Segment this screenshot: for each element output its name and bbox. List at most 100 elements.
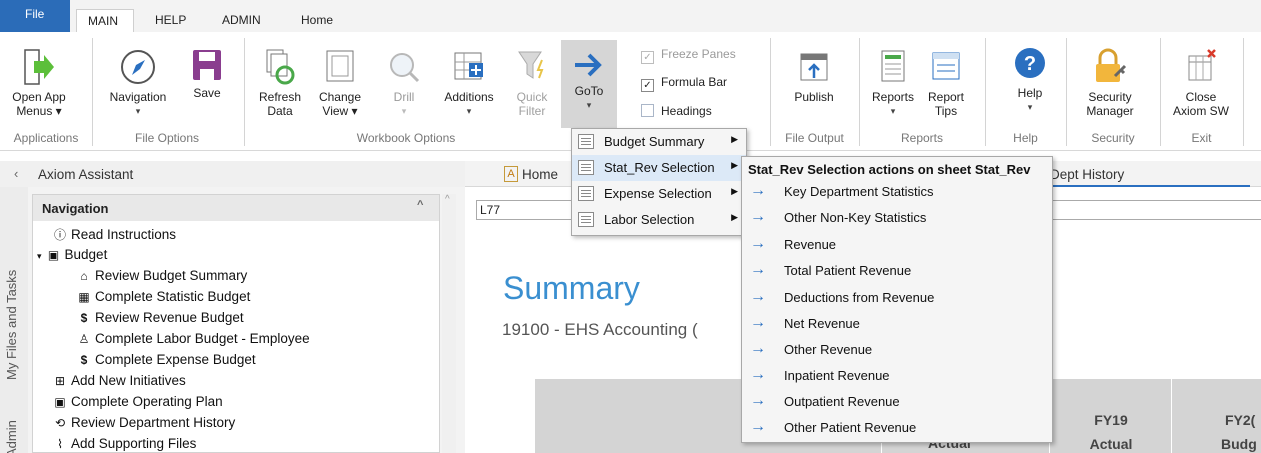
arrow-right-icon [575,53,602,77]
nav-item-review-budget-summary[interactable]: ⌂ Review Budget Summary [77,268,247,283]
ribbon-separator [92,38,93,146]
padlock-icon [1096,48,1127,82]
goto-button[interactable]: GoTo ▾ [561,40,617,128]
arrow-right-icon: → [750,392,766,409]
headings-label: Headings [661,104,712,118]
open-app-menus-button[interactable]: Open App Menus ▾ [4,48,74,118]
nav-item-complete-expense-budget[interactable]: $ Complete Expense Budget [77,352,256,367]
publish-button[interactable]: Publish [784,48,844,104]
nav-item-budget[interactable]: ▾ ▣ Budget [37,247,107,262]
nav-item-review-department-history[interactable]: ⟲ Review Department History [53,415,235,430]
close-axiom-button[interactable]: Close Axiom SW [1168,48,1234,118]
bookmark-book-icon: ▣ [54,395,66,409]
publish-label: Publish [794,90,834,104]
dollar-icon: $ [80,353,88,367]
group-label-workbook-options: Workbook Options [356,131,456,145]
navigation-header[interactable]: Navigation ^ [33,195,439,221]
sheet-tab-dept-history[interactable]: Dept History [1050,167,1124,182]
tab-home[interactable]: Home [299,13,335,32]
submenu-item-other-revenue[interactable]: → Other Revenue [742,337,1052,363]
sheet-icon [578,160,594,175]
navigation-label: Navigation [109,90,167,104]
nav-item-complete-operating-plan[interactable]: ▣ Complete Operating Plan [53,394,222,409]
additions-button[interactable]: Additions ▾ [436,48,502,118]
formula-bar-checkbox[interactable]: ✓ Formula Bar [641,75,727,92]
arrow-right-icon: → [750,314,766,331]
nav-item-review-revenue-budget[interactable]: $ Review Revenue Budget [77,310,244,325]
headings-checkbox[interactable]: Headings [641,104,712,118]
axiom-assistant-bar: ‹ Axiom Assistant [0,161,465,187]
refresh-data-button[interactable]: Refresh Data [256,48,304,118]
expand-arrow-icon: ▾ [37,251,42,261]
nav-item-add-supporting-files[interactable]: ⌇ Add Supporting Files [53,436,196,451]
ribbon-separator [985,38,986,146]
dollar-icon: $ [80,311,88,325]
sheet-icon [578,134,594,149]
submenu-item-other-patient-revenue[interactable]: → Other Patient Revenue [742,415,1052,441]
col-header-fy19: FY19 [1094,412,1128,428]
goto-dropdown-menu: Budget Summary ▶ Stat_Rev Selection ▶ Ex… [571,128,747,236]
submenu-item-total-patient-revenue[interactable]: → Total Patient Revenue [742,258,1052,284]
menu-item-budget-summary[interactable]: Budget Summary ▶ [572,129,746,155]
quick-filter-label-1: Quick [516,90,548,104]
floppy-disk-icon [193,50,221,80]
info-icon: ⓘ [53,228,66,242]
refresh-label-2: Data [267,104,293,118]
security-manager-button[interactable]: Security Manager [1078,48,1142,118]
submenu-item-revenue[interactable]: → Revenue [742,232,1052,258]
submenu-item-other-non-key-statistics[interactable]: → Other Non-Key Statistics [742,205,1052,231]
reports-button[interactable]: Reports ▾ [866,48,920,118]
collapse-chevron-icon[interactable]: ‹ [14,166,18,181]
ribbon-separator [770,38,771,146]
axiom-sheet-icon: A [504,166,518,182]
formula-input[interactable] [1050,200,1261,220]
summary-title: Summary [503,270,640,306]
chevron-down-icon: ▾ [135,106,141,116]
submenu-title: Stat_Rev Selection actions on sheet Stat… [748,162,1031,177]
submenu-arrow-icon: ▶ [731,186,738,196]
tab-file[interactable]: File [0,0,70,32]
navigation-button[interactable]: Navigation ▾ [102,48,174,118]
submenu-arrow-icon: ▶ [731,212,738,222]
report-tips-label-2: Tips [934,104,958,118]
assistant-title: Axiom Assistant [38,167,134,182]
menu-item-stat-rev-selection[interactable]: Stat_Rev Selection ▶ [572,155,746,181]
collapse-up-icon[interactable]: ^ [417,199,423,211]
menu-item-labor-selection[interactable]: Labor Selection ▶ [572,207,746,233]
tab-admin[interactable]: ADMIN [220,13,263,32]
drill-button[interactable]: Drill ▾ [384,48,424,118]
tab-my-files-and-tasks[interactable]: My Files and Tasks [4,270,19,380]
nav-item-add-new-initiatives[interactable]: ⊞ Add New Initiatives [53,373,186,388]
submenu-arrow-icon: ▶ [731,160,738,170]
goto-label: GoTo [574,84,604,98]
security-label-1: Security [1088,90,1132,104]
change-view-button[interactable]: Change View ▾ [312,48,368,118]
help-button[interactable]: ? Help ▾ [1010,46,1050,114]
submenu-item-outpatient-revenue[interactable]: → Outpatient Revenue [742,389,1052,415]
submenu-item-net-revenue[interactable]: → Net Revenue [742,311,1052,337]
scroll-up-icon[interactable]: ^ [445,194,450,205]
submenu-item-key-department-statistics[interactable]: → Key Department Statistics [742,179,1052,205]
tab-admin-vertical[interactable]: Admin [4,420,19,453]
tab-main[interactable]: MAIN [76,9,134,33]
save-button[interactable]: Save [186,48,228,100]
menu-item-expense-selection[interactable]: Expense Selection ▶ [572,181,746,207]
close-label-2: Axiom SW [1172,104,1229,118]
sheet-tab-home[interactable]: Home [522,167,558,182]
name-box[interactable]: L77 [476,200,576,220]
submenu-arrow-icon: ▶ [731,134,738,144]
submenu-item-inpatient-revenue[interactable]: → Inpatient Revenue [742,363,1052,389]
freeze-panes-checkbox[interactable]: ✓ Freeze Panes [641,47,736,64]
tab-help[interactable]: HELP [153,13,188,32]
arrow-right-icon: → [750,288,766,305]
nav-scrollbar[interactable]: ^ [442,194,456,453]
magnifier-icon [390,53,420,83]
nav-item-complete-labor-budget[interactable]: ♙ Complete Labor Budget - Employee [77,331,310,346]
nav-item-read-instructions[interactable]: ⓘ Read Instructions [53,226,176,243]
quick-filter-button[interactable]: Quick Filter [510,48,554,118]
formula-bar-label: Formula Bar [661,75,728,89]
chevron-down-icon: ▾ [401,106,407,116]
nav-item-complete-statistic-budget[interactable]: ▦ Complete Statistic Budget [77,289,250,304]
report-tips-button[interactable]: Report Tips [922,48,970,118]
submenu-item-deductions-from-revenue[interactable]: → Deductions from Revenue [742,285,1052,311]
